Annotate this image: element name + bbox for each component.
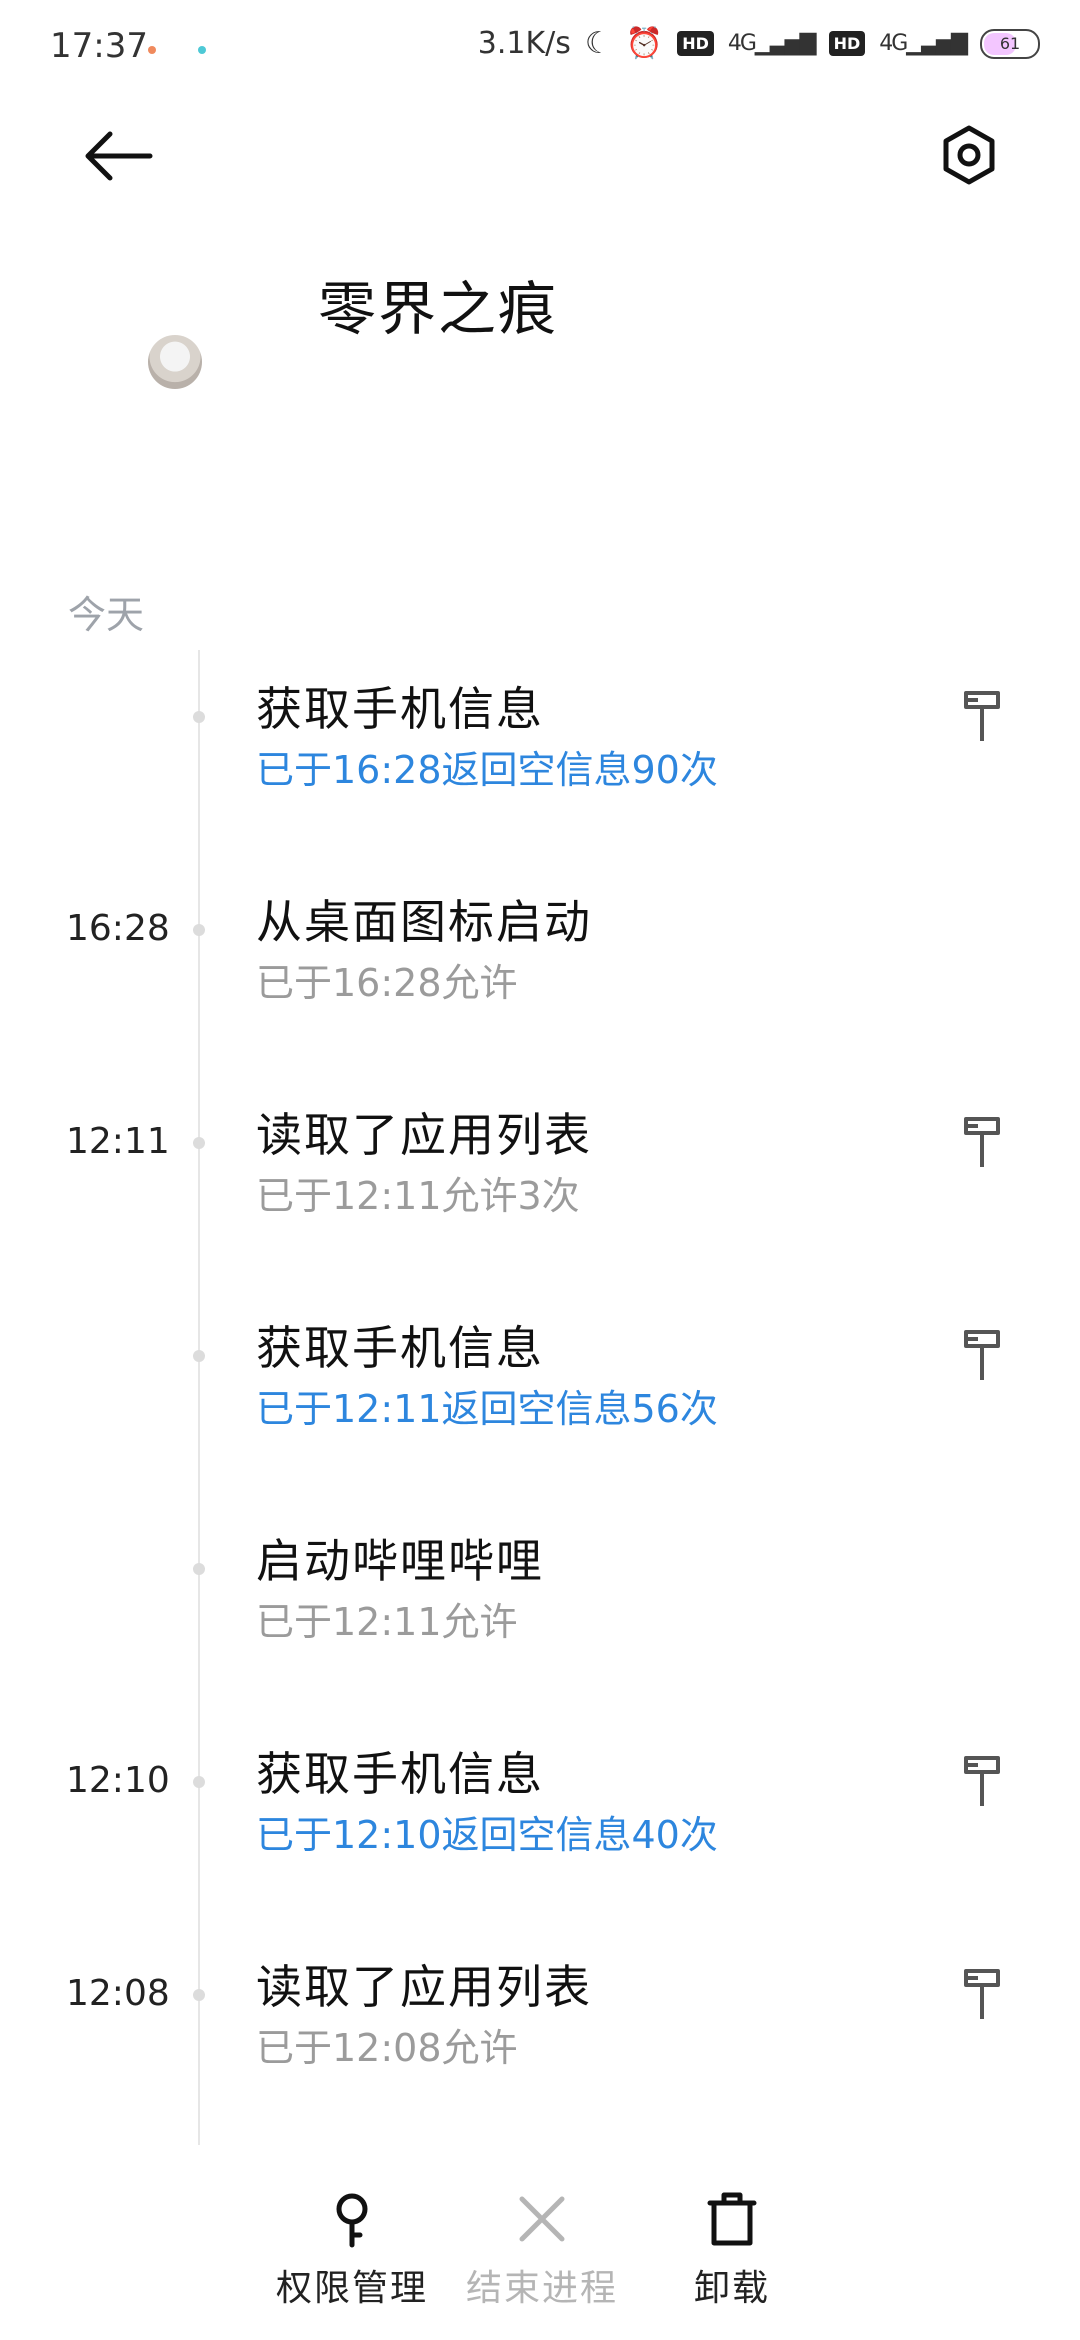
entry-title: 获取手机信息: [256, 682, 544, 736]
timeline-dot: [193, 1989, 205, 2001]
entry-subtitle: 已于12:11允许: [256, 1600, 518, 1644]
timeline-entry[interactable]: 获取手机信息已于12:11返回空信息56次: [0, 1254, 1080, 1467]
timeline-dot: [193, 711, 205, 723]
battery-icon: 61: [980, 28, 1040, 59]
entry-title: 读取了应用列表: [256, 1960, 592, 2014]
stop-process-button[interactable]: 结束进程: [452, 2189, 632, 2311]
timeline-dot: [193, 924, 205, 936]
back-button[interactable]: [80, 126, 156, 186]
moon-icon: ☾: [584, 26, 612, 61]
hd-icon: HD: [828, 31, 866, 56]
entry-subtitle: 已于12:08允许: [256, 2026, 518, 2070]
signpost-icon[interactable]: [962, 1326, 1002, 1382]
permissions-label: 权限管理: [275, 2268, 428, 2309]
signal-4g-icon: 4G▁▃▅▇: [879, 31, 968, 56]
stop-process-label: 结束进程: [465, 2268, 618, 2309]
notification-dot-icon: [148, 46, 156, 54]
entry-title: 启动哔哩哔哩: [256, 1534, 544, 1588]
permissions-button[interactable]: 权限管理: [262, 2189, 442, 2311]
timeline-entry[interactable]: 12:10 获取手机信息已于12:10返回空信息40次: [0, 1680, 1080, 1893]
timeline-dot: [193, 1776, 205, 1788]
entry-time: 12:08: [66, 1973, 170, 2014]
app-avatar: [148, 335, 202, 389]
alarm-icon: ⏰: [625, 26, 664, 61]
timeline-entry[interactable]: 12:08 读取了应用列表已于12:08允许: [0, 1893, 1080, 2106]
status-time: 17:37: [50, 26, 148, 66]
entry-subtitle: 已于12:10返回空信息40次: [256, 1813, 718, 1857]
close-icon: [519, 2196, 565, 2242]
timeline-dot: [193, 1350, 205, 1362]
entry-subtitle: 已于16:28返回空信息90次: [256, 748, 718, 792]
signal-4g-icon: 4G▁▃▅▇: [727, 31, 817, 56]
timeline-entry[interactable]: 获取手机信息: [0, 2106, 1080, 2145]
entry-title: 获取手机信息: [256, 1747, 544, 1801]
timeline-dot: [193, 1563, 205, 1575]
settings-hexagon-icon: [943, 125, 995, 185]
entry-time: 12:10: [66, 1760, 170, 1801]
signpost-icon[interactable]: [962, 687, 1002, 743]
app-name: 零界之痕: [318, 275, 559, 343]
signpost-icon[interactable]: [962, 1752, 1002, 1808]
uninstall-label: 卸载: [693, 2268, 770, 2309]
status-icons: 3.1K/s ☾ ⏰ HD 4G▁▃▅▇ HD 4G▁▃▅▇ 61: [478, 26, 1040, 61]
bottom-action-bar: 权限管理 结束进程 卸载: [0, 2145, 1080, 2340]
entry-subtitle: 已于12:11允许3次: [256, 1174, 580, 1218]
timeline-entry[interactable]: 启动哔哩哔哩已于12:11允许: [0, 1467, 1080, 1680]
key-icon: [336, 2193, 368, 2248]
timeline-entry[interactable]: 12:11 读取了应用列表已于12:11允许3次: [0, 1041, 1080, 1254]
timeline-list[interactable]: 获取手机信息 已于16:28返回空信息90次 16:28 从桌面图标启动 已于16:28…: [0, 650, 1080, 2145]
entry-subtitle: 已于16:28允许: [256, 961, 518, 1005]
timeline-entry[interactable]: 16:28 从桌面图标启动已于16:28允许: [0, 828, 1080, 1041]
signpost-icon[interactable]: [962, 1965, 1002, 2021]
entry-title: 获取手机信息: [256, 1321, 544, 1375]
hd-icon: HD: [677, 31, 714, 56]
notification-dot-icon: [198, 46, 206, 54]
status-bar: 17:37 3.1K/s ☾ ⏰ HD 4G▁▃▅▇ HD 4G▁▃▅▇ 61: [0, 0, 1080, 100]
signpost-icon[interactable]: [962, 1113, 1002, 1169]
entry-title: 读取了应用列表: [256, 1108, 592, 1162]
settings-button[interactable]: [938, 124, 1000, 186]
entry-time: 12:11: [66, 1121, 170, 1162]
arrow-left-icon: [85, 131, 153, 181]
timeline-entry[interactable]: 获取手机信息已于16:28返回空信息90次: [0, 650, 1080, 828]
battery-percent: 61: [999, 34, 1021, 53]
entry-title: 从桌面图标启动: [256, 895, 592, 949]
entry-time: 16:28: [66, 908, 170, 949]
section-label-today: 今天: [68, 593, 145, 637]
uninstall-button[interactable]: 卸载: [642, 2189, 822, 2311]
entry-subtitle: 已于12:11返回空信息56次: [256, 1387, 718, 1431]
timeline-dot: [193, 1137, 205, 1149]
trash-icon: [707, 2192, 757, 2246]
network-speed: 3.1K/s: [477, 26, 571, 61]
